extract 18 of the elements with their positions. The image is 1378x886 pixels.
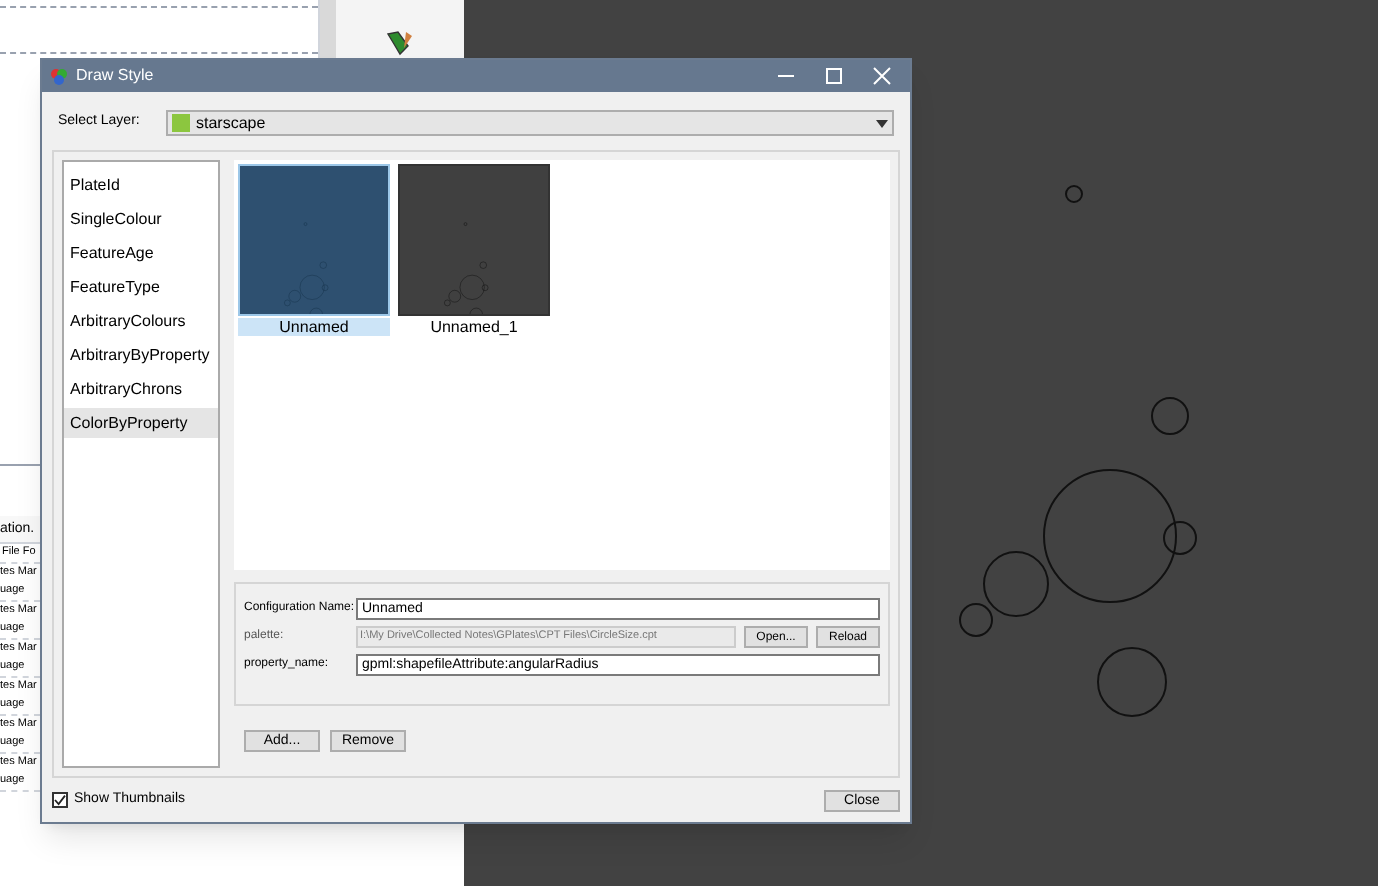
style-item[interactable]: PlateId <box>64 170 218 200</box>
window-title: Draw Style <box>76 64 156 88</box>
show-thumbnails-checkbox[interactable] <box>52 792 68 808</box>
style-item[interactable]: SingleColour <box>64 204 218 234</box>
tool-icon[interactable] <box>384 28 416 56</box>
style-item[interactable]: ArbitraryChrons <box>64 374 218 404</box>
layer-dropdown[interactable]: starscape <box>166 110 894 136</box>
style-item[interactable]: ColorByProperty <box>64 408 218 438</box>
thumbnail-label[interactable]: Unnamed <box>238 318 390 336</box>
style-item[interactable]: ArbitraryColours <box>64 306 218 336</box>
style-item[interactable]: FeatureType <box>64 272 218 302</box>
style-item[interactable]: ArbitraryByProperty <box>64 340 218 370</box>
thumbnail-drawing[interactable] <box>398 164 550 316</box>
app-icon <box>50 67 68 85</box>
style-item[interactable]: FeatureAge <box>64 238 218 268</box>
dropdown-arrow-icon <box>876 119 888 127</box>
scrollbar[interactable] <box>320 0 336 60</box>
thumbnail-label[interactable]: Unnamed_1 <box>398 318 550 336</box>
